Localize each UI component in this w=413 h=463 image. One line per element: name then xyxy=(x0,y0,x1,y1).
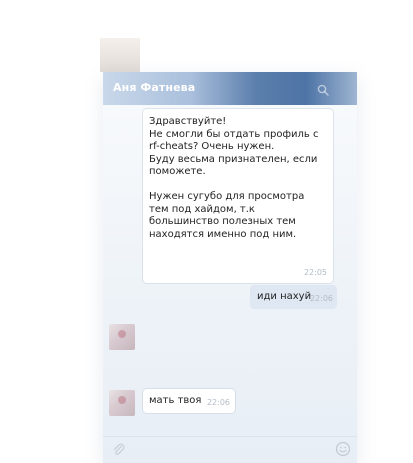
message-time: 22:06 xyxy=(309,294,333,303)
smile-icon[interactable] xyxy=(335,441,351,457)
message-time: 22:05 xyxy=(303,267,327,277)
message-bubble-outgoing[interactable]: иди нахуй 22:06 xyxy=(250,285,337,309)
search-icon[interactable] xyxy=(317,81,329,96)
message-time: 22:06 xyxy=(206,398,230,407)
message-composer[interactable] xyxy=(103,436,357,463)
message-bubble-incoming[interactable]: Здравствуйте! Не смогли бы отдать профил… xyxy=(143,109,333,283)
chat-screenshot: Аня Фатнева Здравствуйте! Не смогли бы о… xyxy=(0,0,413,463)
message-text: мать твоя xyxy=(149,395,202,406)
message-list: Здравствуйте! Не смогли бы отдать профил… xyxy=(103,105,357,425)
chat-header: Аня Фатнева xyxy=(103,72,357,105)
contact-avatar-fragment xyxy=(100,38,140,72)
paperclip-icon[interactable] xyxy=(112,442,126,456)
contact-name[interactable]: Аня Фатнева xyxy=(113,81,195,94)
chat-window: Аня Фатнева Здравствуйте! Не смогли бы о… xyxy=(103,72,357,463)
sender-avatar[interactable] xyxy=(109,324,135,350)
message-text: иди нахуй xyxy=(257,291,312,302)
message-bubble-incoming[interactable]: мать твоя 22:06 xyxy=(143,389,235,413)
message-text: Здравствуйте! Не смогли бы отдать профил… xyxy=(149,116,319,240)
sender-avatar[interactable] xyxy=(109,390,135,416)
